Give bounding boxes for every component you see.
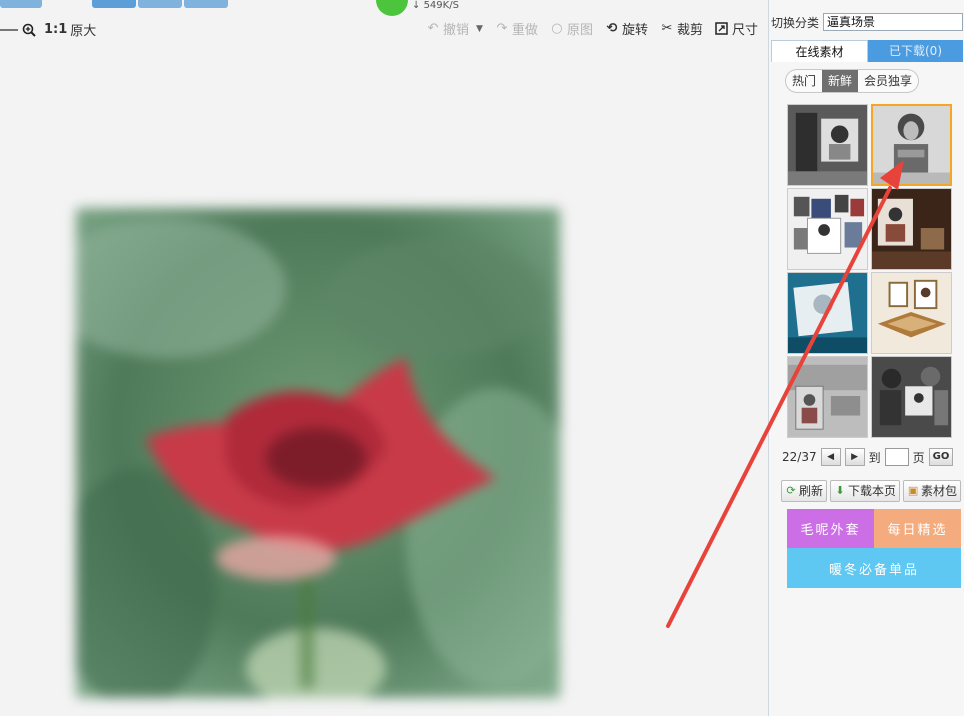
material-thumbnail-selected[interactable] <box>871 104 952 186</box>
page-number-input[interactable] <box>884 448 909 466</box>
next-page-button[interactable]: ▶ <box>844 448 865 466</box>
material-subtabs: 热门 新鲜 会员独享 <box>785 69 920 93</box>
top-tab[interactable] <box>0 0 42 8</box>
zoom-ratio-label: 1:1 <box>44 22 68 37</box>
promo-banners: 毛呢外套 每日精选 暖冬必备单品 <box>787 509 961 588</box>
top-tab[interactable] <box>184 0 228 8</box>
material-thumbnail-grid <box>787 104 953 438</box>
material-thumbnail[interactable] <box>787 272 868 354</box>
zoom-slider[interactable] <box>0 28 18 31</box>
original-image-button[interactable]: ○ 原图 <box>550 19 593 38</box>
download-page-label: 下载本页 <box>848 484 897 498</box>
download-speed-value: 549K/S <box>423 0 459 11</box>
material-pack-button[interactable]: ▣ 素材包 <box>903 480 962 502</box>
material-actions: ⟳ 刷新 ⬇ 下载本页 ▣ 素材包 <box>781 480 962 502</box>
photo-editor-window: ↓ 549K/S 1:1 原大 ↶ 撤销 ▼ ↷ 重做 ○ 原图 ⟲ 旋转 ✂ … <box>0 0 964 716</box>
undo-button[interactable]: ↶ 撤销 ▼ <box>426 19 483 38</box>
category-label: 切换分类 <box>771 15 820 30</box>
category-select[interactable]: 逼真场景 <box>823 13 964 31</box>
undo-label: 撤销 <box>442 23 469 38</box>
zoom-in-button[interactable] <box>22 23 36 37</box>
original-size-label: 原大 <box>70 24 97 39</box>
category-value: 逼真场景 <box>827 15 876 29</box>
redo-icon: ↷ <box>496 20 508 36</box>
go-button[interactable]: GO <box>928 448 954 466</box>
material-thumbnail[interactable] <box>871 188 952 270</box>
material-thumbnail[interactable] <box>871 356 952 438</box>
goto-label: 到 <box>868 450 881 465</box>
tab-downloaded[interactable]: 已下载(0) <box>868 40 963 62</box>
redo-label: 重做 <box>511 23 538 38</box>
rose-photo <box>76 208 560 698</box>
undo-icon: ↶ <box>427 20 439 36</box>
refresh-label: 刷新 <box>799 484 824 498</box>
prev-page-button[interactable]: ◀ <box>820 448 841 466</box>
download-arrow-icon: ⬇ <box>835 484 845 497</box>
download-page-button[interactable]: ⬇ 下载本页 <box>830 480 901 502</box>
scissors-icon: ✂ <box>661 20 673 36</box>
material-thumbnail[interactable] <box>787 356 868 438</box>
redo-button[interactable]: ↷ 重做 <box>495 19 538 38</box>
undo-dropdown-icon[interactable]: ▼ <box>476 24 483 34</box>
page-counter: 22/37 <box>782 450 817 464</box>
material-panel: 切换分类 逼真场景 在线素材 已下载(0) 热门 新鲜 会员独享 22/37 ◀… <box>768 0 964 716</box>
original-image-label: 原图 <box>566 23 593 38</box>
page-unit-label: 页 <box>912 450 925 465</box>
download-speed: ↓ 549K/S <box>412 0 459 11</box>
edit-toolbar: 1:1 原大 ↶ 撤销 ▼ ↷ 重做 ○ 原图 ⟲ 旋转 ✂ 裁剪 尺寸 <box>0 14 764 44</box>
top-tab[interactable] <box>92 0 136 8</box>
resize-icon <box>715 21 729 36</box>
banner-winter-essentials[interactable]: 暖冬必备单品 <box>787 548 961 588</box>
rotate-icon: ⟲ <box>606 20 618 36</box>
zoom-in-icon <box>22 23 36 37</box>
subtab-vip[interactable]: 会员独享 <box>858 70 918 92</box>
thumbnail-pager: 22/37 ◀ ▶ 到 页 GO <box>782 448 954 466</box>
size-label: 尺寸 <box>731 23 758 38</box>
rotate-button[interactable]: ⟲ 旋转 <box>605 19 648 38</box>
resize-button[interactable]: 尺寸 <box>715 19 758 38</box>
next-arrow-icon: ▶ <box>851 452 859 462</box>
material-thumbnail[interactable] <box>871 272 952 354</box>
material-thumbnail[interactable] <box>787 104 868 186</box>
original-size-button[interactable]: 1:1 原大 <box>44 20 96 39</box>
subtab-new[interactable]: 新鲜 <box>822 70 859 92</box>
crop-button[interactable]: ✂ 裁剪 <box>660 19 703 38</box>
subtab-hot[interactable]: 热门 <box>786 70 822 92</box>
banner-daily-picks[interactable]: 每日精选 <box>874 509 961 548</box>
rotate-label: 旋转 <box>621 23 648 38</box>
refresh-icon: ⟳ <box>786 484 796 497</box>
tab-online-materials[interactable]: 在线素材 <box>771 40 868 62</box>
package-icon: ▣ <box>907 484 919 497</box>
top-tab[interactable] <box>138 0 182 8</box>
image-canvas[interactable] <box>0 46 768 716</box>
crop-label: 裁剪 <box>676 23 703 38</box>
top-tab-strip <box>0 0 270 8</box>
material-thumbnail[interactable] <box>787 188 868 270</box>
panel-tabs: 在线素材 已下载(0) <box>771 40 963 62</box>
refresh-button[interactable]: ⟳ 刷新 <box>781 480 828 502</box>
original-image-icon: ○ <box>551 20 563 36</box>
material-pack-label: 素材包 <box>921 484 958 498</box>
category-switcher: 切换分类 逼真场景 <box>771 13 964 31</box>
banner-wool-coat[interactable]: 毛呢外套 <box>787 509 874 548</box>
prev-arrow-icon: ◀ <box>827 452 835 462</box>
